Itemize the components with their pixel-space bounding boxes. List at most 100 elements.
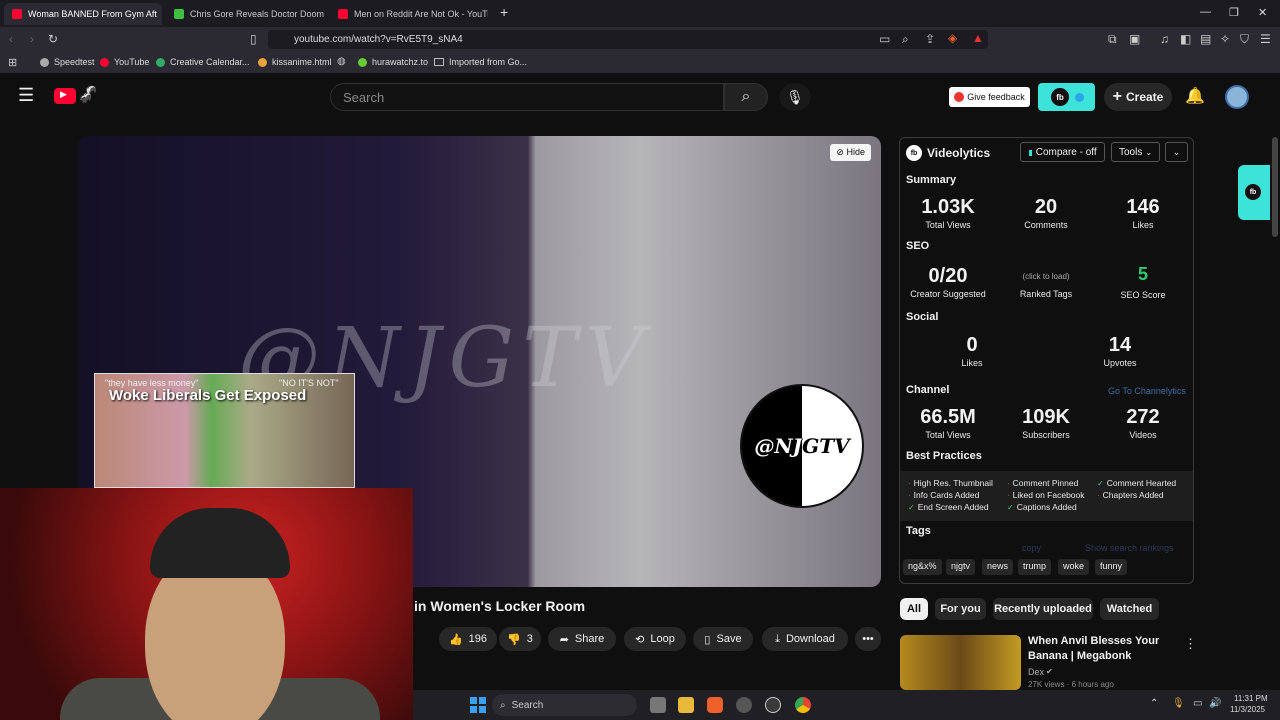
tools-dropdown[interactable]: Tools ⌄	[1111, 142, 1160, 162]
globe-icon[interactable]: ◍	[337, 56, 346, 67]
page-scrollbar[interactable]	[1272, 137, 1278, 237]
tag-chip[interactable]: ng&x%	[903, 559, 942, 575]
chip-watched[interactable]: Watched	[1100, 598, 1159, 620]
ai-icon[interactable]: ✧	[1220, 32, 1230, 46]
panel-icon[interactable]: ◧	[1180, 32, 1191, 46]
close-window-icon[interactable]: ✕	[1258, 6, 1267, 19]
comments-label: Comments	[1024, 220, 1068, 230]
minimize-icon[interactable]: —	[1200, 6, 1211, 18]
network-icon[interactable]: ▭	[1193, 698, 1202, 709]
tag-chip[interactable]: njgtv	[946, 559, 976, 575]
search-input[interactable]: Search	[330, 83, 724, 111]
windows-start-icon[interactable]	[470, 697, 486, 713]
tab[interactable]: Chris Gore Reveals Doctor Doom Det	[166, 3, 324, 25]
bookmark-icon[interactable]: ▯	[250, 32, 257, 46]
channelytics-link[interactable]: Go To Channelytics	[1108, 386, 1186, 396]
brave-browser-icon[interactable]	[707, 697, 723, 713]
share-button[interactable]: ➦ Share	[548, 627, 616, 651]
maximize-icon[interactable]: ❐	[1229, 6, 1239, 19]
dislike-button[interactable]: 👎 3	[499, 627, 541, 651]
music-icon[interactable]: ♫	[1160, 32, 1169, 46]
compare-label: Compare - off	[1035, 146, 1097, 158]
videolytics-toggle-button[interactable]: fb	[1038, 83, 1095, 111]
more-vert-icon[interactable]: ⋮	[1184, 636, 1197, 652]
volume-icon[interactable]: 🔊	[1209, 698, 1221, 709]
videolytics-logo-icon: fb	[906, 145, 922, 161]
bookmark-label: Imported from Go...	[449, 57, 528, 67]
mic-tray-icon[interactable]: 🎙	[1172, 698, 1185, 709]
copy-tags-button[interactable]: copy	[1022, 543, 1041, 553]
recommended-channel[interactable]: Dex	[1028, 667, 1044, 677]
zoom-icon[interactable]: ⌕	[902, 32, 909, 47]
search-button[interactable]: ⌕	[724, 83, 768, 111]
tab-label: Chris Gore Reveals Doctor Doom Det	[190, 9, 324, 19]
ranked-tags-load-link[interactable]: (click to load)	[1001, 272, 1091, 281]
more-actions-button[interactable]: •••	[855, 627, 881, 651]
tag-chip[interactable]: funny	[1095, 559, 1128, 575]
forward-icon[interactable]: ›	[30, 32, 34, 46]
recommended-title[interactable]: Banana | Megabonk	[1028, 650, 1131, 662]
compare-button[interactable]: ▮ Compare - off	[1020, 142, 1105, 162]
share-arrow-icon: ➦	[559, 633, 569, 646]
show-rankings-button[interactable]: Show search rankings	[1085, 543, 1174, 553]
tag-chip[interactable]: news	[982, 559, 1014, 575]
hamburger-menu-icon[interactable]: ☰	[18, 85, 34, 106]
videos-value: 272	[1126, 406, 1160, 428]
microphone-icon: 🎙	[786, 88, 804, 105]
sidebar-icon[interactable]: ▣	[1129, 32, 1140, 46]
bookmark-hurawatch[interactable]: hurawatchz.to	[358, 57, 428, 67]
bookmark-speedtest[interactable]: Speedtest	[40, 57, 95, 67]
overlay-thumbnail: "they have less money" "NO IT'S NOT" Wok…	[94, 373, 355, 488]
bookmark-label: Creative Calendar...	[170, 57, 250, 67]
best-practice-item: ✓ Captions Added	[1007, 502, 1077, 512]
rewards-icon[interactable]: ▲	[972, 31, 984, 45]
chip-recently-uploaded[interactable]: Recently uploaded	[993, 598, 1093, 620]
tag-chip[interactable]: woke	[1058, 559, 1090, 575]
tray-chevron-icon[interactable]: ⌃	[1150, 698, 1158, 709]
reload-icon[interactable]: ↻	[48, 32, 58, 46]
like-button[interactable]: 👍 196	[439, 627, 497, 651]
voice-search-button[interactable]: 🎙	[779, 83, 811, 111]
bookmark-creative-calendar[interactable]: Creative Calendar...	[156, 57, 250, 67]
recommended-title[interactable]: When Anvil Blesses Your	[1028, 635, 1159, 647]
create-button[interactable]: + Create	[1104, 83, 1172, 111]
save-button[interactable]: ▯ Save	[693, 627, 753, 651]
hide-button[interactable]: ⊘ Hide	[830, 144, 871, 161]
chip-all[interactable]: All	[900, 598, 928, 620]
doodle-logo-icon[interactable]: 🦨	[78, 85, 98, 105]
taskbar-search[interactable]: ⌕ Search	[492, 694, 637, 716]
back-icon[interactable]: ‹	[9, 32, 13, 46]
bookmark-kissanime[interactable]: kissanime.html	[258, 57, 332, 67]
chrome-icon[interactable]	[795, 697, 811, 713]
notifications-bell-icon[interactable]: 🔔	[1185, 86, 1205, 106]
file-explorer-icon[interactable]	[678, 697, 694, 713]
apps-grid-icon[interactable]: ⊞	[8, 56, 17, 69]
vpn-icon[interactable]: ⛉	[1240, 32, 1249, 47]
tab[interactable]: Men on Reddit Are Not Ok - YouTub	[330, 3, 488, 25]
bookmark-imported-folder[interactable]: Imported from Go...	[434, 57, 527, 67]
bookmark-youtube[interactable]: YouTube	[100, 57, 149, 67]
task-view-icon[interactable]	[650, 697, 666, 713]
download-button[interactable]: ⤓ Download	[762, 627, 848, 651]
reader-icon[interactable]: ▭	[879, 32, 890, 46]
brave-shield-icon[interactable]: ◈	[948, 31, 957, 45]
extensions-icon[interactable]: ⧉	[1108, 32, 1117, 47]
wallet-icon[interactable]: ▤	[1200, 32, 1211, 46]
new-tab-icon[interactable]: +	[500, 4, 508, 20]
chip-for-you[interactable]: For you	[935, 598, 986, 620]
recommended-thumbnail[interactable]	[900, 635, 1021, 690]
give-feedback-button[interactable]: Give feedback	[949, 87, 1030, 107]
loop-button[interactable]: ⟲ Loop	[624, 627, 686, 651]
menu-icon[interactable]: ☰	[1260, 32, 1271, 46]
thumbnail-title: Woke Liberals Get Exposed	[109, 387, 307, 404]
media-player-icon[interactable]	[765, 697, 781, 713]
channel-views-label: Total Views	[925, 430, 971, 440]
tab-active[interactable]: Woman BANNED From Gym Aft ✕	[4, 3, 162, 25]
best-practice-label: Liked on Facebook	[1012, 490, 1085, 500]
tag-chip[interactable]: trump	[1018, 559, 1052, 575]
obs-icon[interactable]	[736, 697, 752, 713]
share-icon[interactable]: ⇪	[925, 32, 935, 46]
avatar[interactable]	[1225, 85, 1249, 109]
videolytics-side-tab[interactable]: fb	[1238, 165, 1270, 220]
collapse-panel-button[interactable]: ⌄	[1165, 142, 1188, 162]
